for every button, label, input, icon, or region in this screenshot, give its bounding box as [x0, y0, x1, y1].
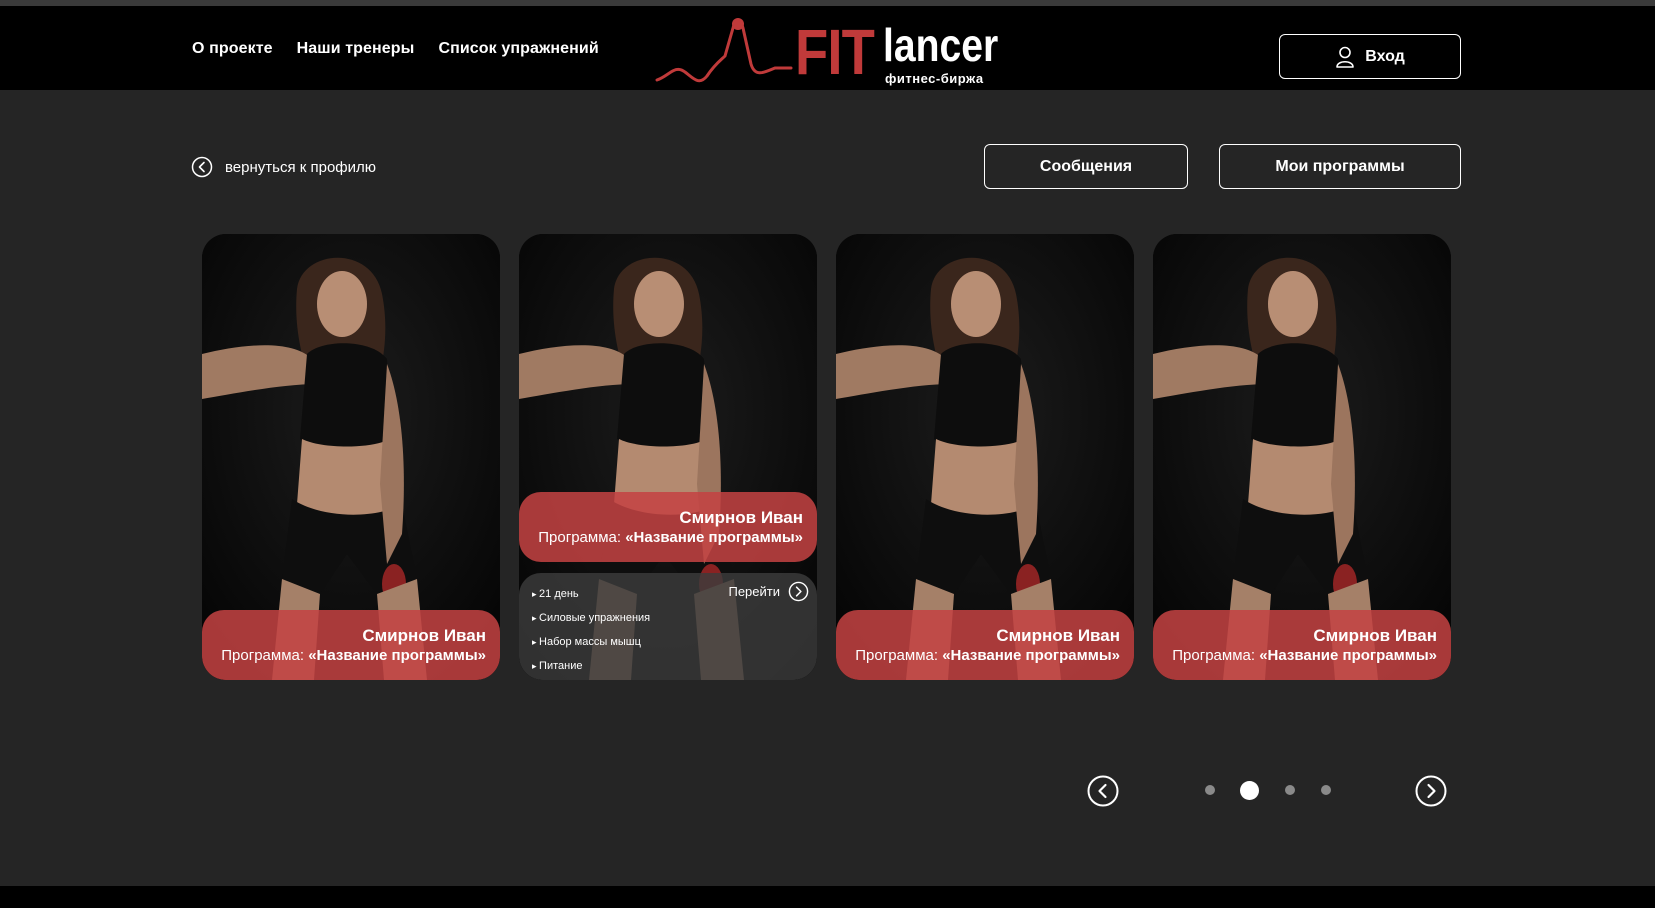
login-button[interactable]: Вход [1279, 34, 1461, 79]
trainer-name: Смирнов Иван [362, 626, 486, 645]
header: О проекте Наши тренеры Список упражнений… [0, 6, 1655, 90]
page-dot-1[interactable] [1205, 785, 1215, 795]
program-card[interactable]: Смирнов Иван Программа: «Название програ… [836, 234, 1134, 680]
program-card-expanded[interactable]: Смирнов Иван Программа: «Название програ… [519, 234, 817, 680]
card-caption: Смирнов Иван Программа: «Название програ… [836, 610, 1134, 680]
my-programs-button[interactable]: Мои программы [1219, 144, 1461, 189]
next-page-button[interactable] [1415, 775, 1447, 807]
back-to-profile-link[interactable]: вернуться к профилю [191, 156, 376, 178]
footer-strip [0, 886, 1655, 908]
page-dot-3[interactable] [1285, 785, 1295, 795]
program-name: «Название программы» [942, 647, 1120, 664]
messages-button[interactable]: Сообщения [984, 144, 1188, 189]
logo-subtitle: фитнес-биржа [885, 71, 984, 86]
program-title: Программа: «Название программы» [1153, 646, 1437, 666]
program-name: «Название программы» [625, 529, 803, 546]
card-caption: Смирнов Иван Программа: «Название програ… [202, 610, 500, 680]
program-prefix: Программа: [1172, 647, 1260, 664]
user-icon [1336, 46, 1355, 68]
program-card[interactable]: Смирнов Иван Программа: «Название програ… [1153, 234, 1451, 680]
program-name: «Название программы» [1259, 647, 1437, 664]
program-prefix: Программа: [538, 529, 626, 546]
go-to-program-button[interactable]: Перейти [728, 581, 809, 602]
program-details: 21 день Силовые упражнения Набор массы м… [519, 573, 817, 680]
program-name: «Название программы» [308, 647, 486, 664]
logo[interactable]: FIT lancer фитнес-биржа [655, 16, 1000, 92]
go-label: Перейти [728, 584, 780, 599]
program-title: Программа: «Название программы» [519, 528, 803, 548]
program-feature: Силовые упражнения [532, 606, 650, 630]
program-title: Программа: «Название программы» [202, 646, 486, 666]
back-label: вернуться к профилю [225, 158, 377, 176]
card-caption: Смирнов Иван Программа: «Название програ… [519, 492, 817, 562]
login-label: Вход [1365, 47, 1405, 65]
page-dot-4[interactable] [1321, 785, 1331, 795]
trainer-name: Смирнов Иван [996, 626, 1120, 645]
nav-item-trainers[interactable]: Наши тренеры [297, 40, 415, 58]
program-card[interactable]: Смирнов Иван Программа: «Название програ… [202, 234, 500, 680]
main-nav: О проекте Наши тренеры Список упражнений [192, 40, 599, 58]
logo-lancer-text: lancer [883, 19, 999, 71]
program-feature: 21 день [532, 582, 650, 606]
previous-page-button[interactable] [1087, 775, 1119, 807]
trainer-name: Смирнов Иван [1313, 626, 1437, 645]
card-caption: Смирнов Иван Программа: «Название програ… [1153, 610, 1451, 680]
program-prefix: Программа: [855, 647, 943, 664]
chevron-right-circle-icon [788, 581, 809, 602]
trainer-name: Смирнов Иван [679, 508, 803, 527]
nav-item-about[interactable]: О проекте [192, 40, 273, 58]
logo-fit-text: FIT [795, 16, 875, 88]
heartbeat-icon [655, 18, 793, 83]
page-dot-2-active[interactable] [1240, 781, 1259, 800]
chevron-left-circle-icon [191, 156, 213, 178]
program-title: Программа: «Название программы» [836, 646, 1120, 666]
program-features-list: 21 день Силовые упражнения Набор массы м… [532, 582, 650, 678]
nav-item-exercises[interactable]: Список упражнений [438, 40, 598, 58]
program-feature: Набор массы мышц [532, 630, 650, 654]
program-feature: Питание [532, 654, 650, 678]
program-prefix: Программа: [221, 647, 309, 664]
